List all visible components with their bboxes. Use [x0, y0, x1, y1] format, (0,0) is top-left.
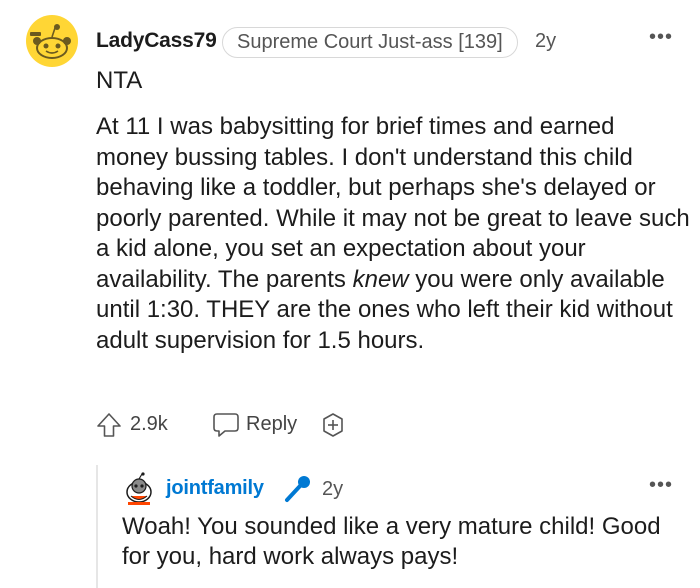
award-icon[interactable] [320, 412, 346, 438]
reply-body: Woah! You sounded like a very mature chi… [122, 513, 661, 570]
reply-icon[interactable] [211, 411, 241, 439]
reply-button[interactable]: Reply [246, 413, 297, 436]
upvote-icon[interactable] [96, 412, 122, 438]
avatar[interactable] [26, 15, 78, 67]
snoo-avatar-icon [30, 24, 71, 59]
thread-line[interactable] [96, 465, 98, 588]
more-options-icon[interactable]: ••• [649, 474, 673, 497]
comment-verdict: NTA [96, 67, 143, 94]
comment-body: At 11 I was babysitting for brief times … [96, 112, 691, 356]
vote-score: 2.9k [130, 413, 168, 435]
body-emphasis: knew [352, 265, 409, 293]
comment-username[interactable]: LadyCass79 [96, 29, 217, 53]
user-flair: Supreme Court Just-ass [139] [222, 27, 518, 58]
comment-age: 2y [535, 30, 557, 52]
snoo-avatar-icon[interactable] [122, 472, 156, 506]
more-options-icon[interactable]: ••• [649, 26, 673, 49]
microphone-icon [285, 476, 310, 502]
reply-username[interactable]: jointfamily [166, 477, 264, 500]
reply-age: 2y [322, 478, 344, 500]
